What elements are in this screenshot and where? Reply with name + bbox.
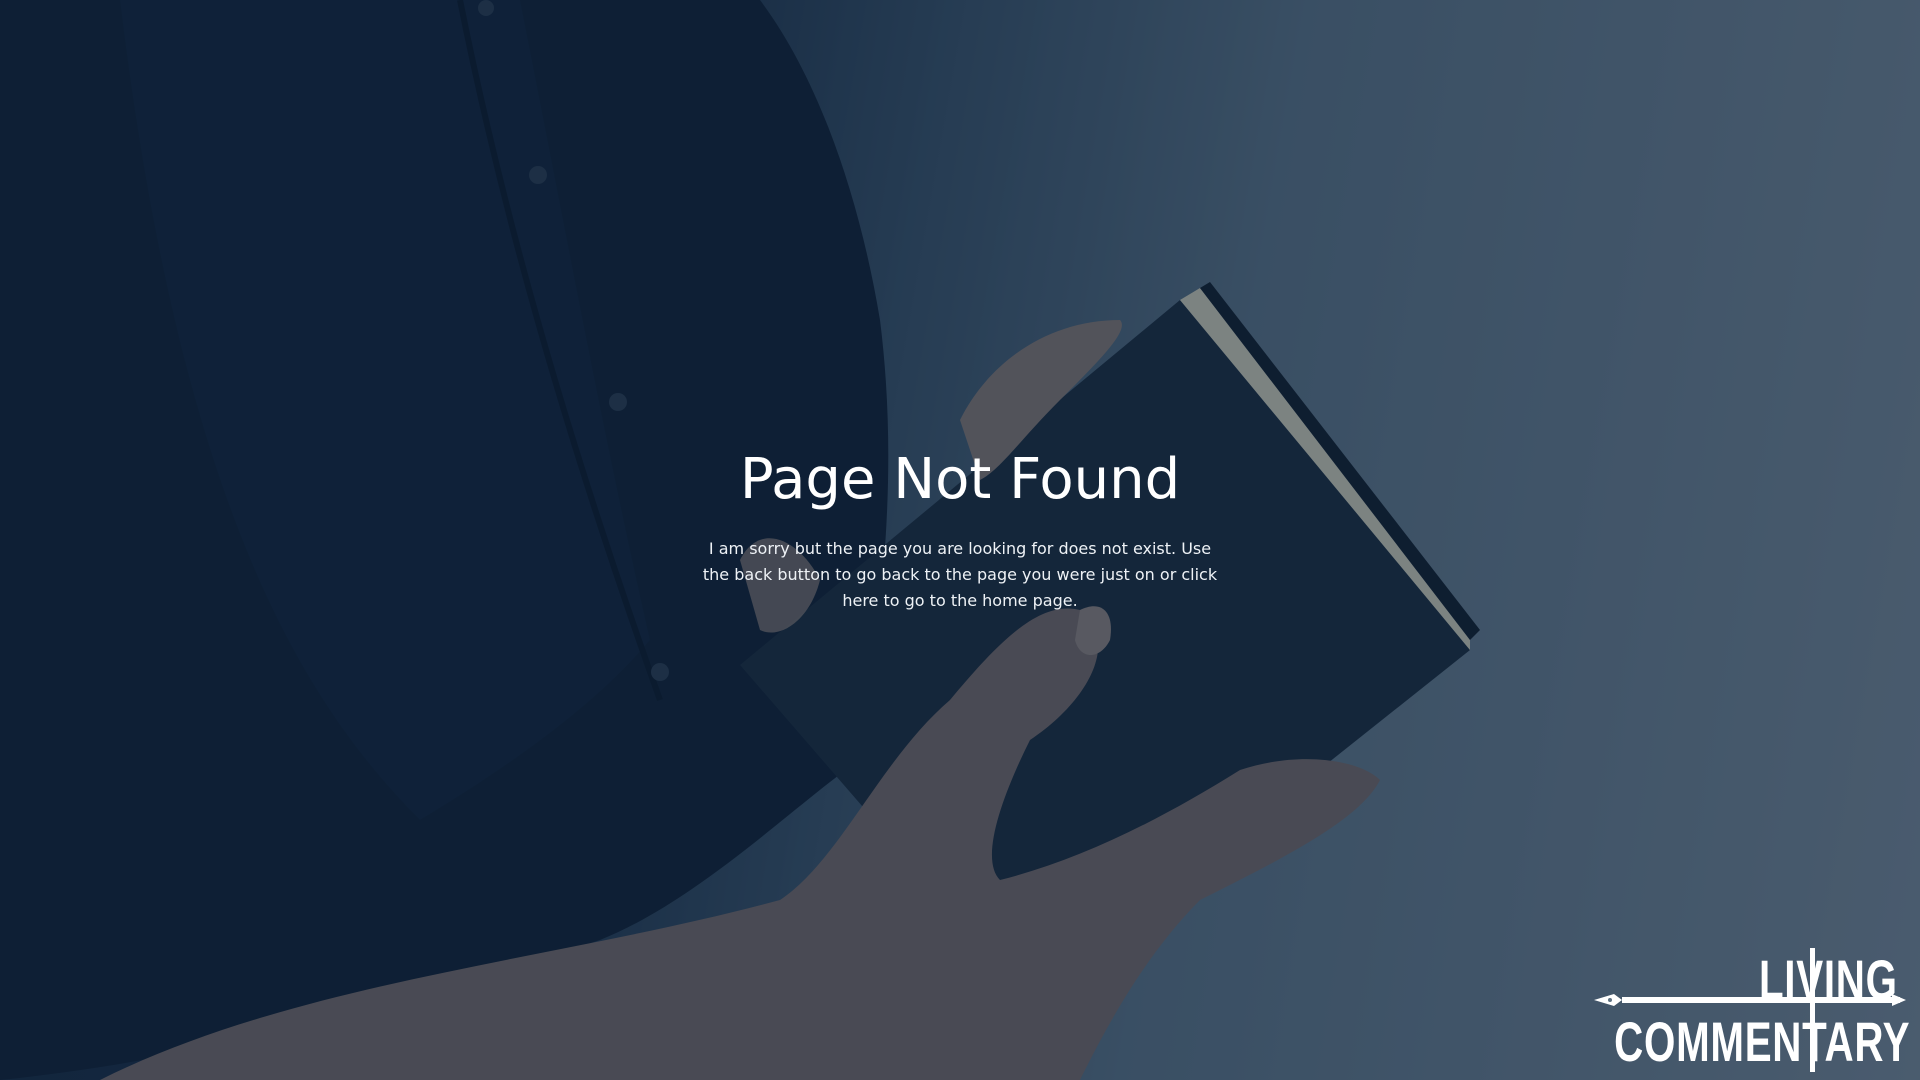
home-link[interactable]: here xyxy=(842,591,878,610)
message-text-end: to go to the home page. xyxy=(878,591,1078,610)
logo-text-commentary: COMMENTARY xyxy=(1613,1010,1910,1073)
logo-text-living: LIVING xyxy=(1759,948,1898,1011)
message-text-start: I am sorry but the page you are looking … xyxy=(702,539,1218,584)
error-message: I am sorry but the page you are looking … xyxy=(700,536,1220,614)
page-title: Page Not Found xyxy=(739,447,1181,512)
living-commentary-logo[interactable]: LIVING COMMENTARY xyxy=(1592,944,1910,1072)
not-found-content: Page Not Found I am sorry but the page y… xyxy=(0,440,1920,614)
